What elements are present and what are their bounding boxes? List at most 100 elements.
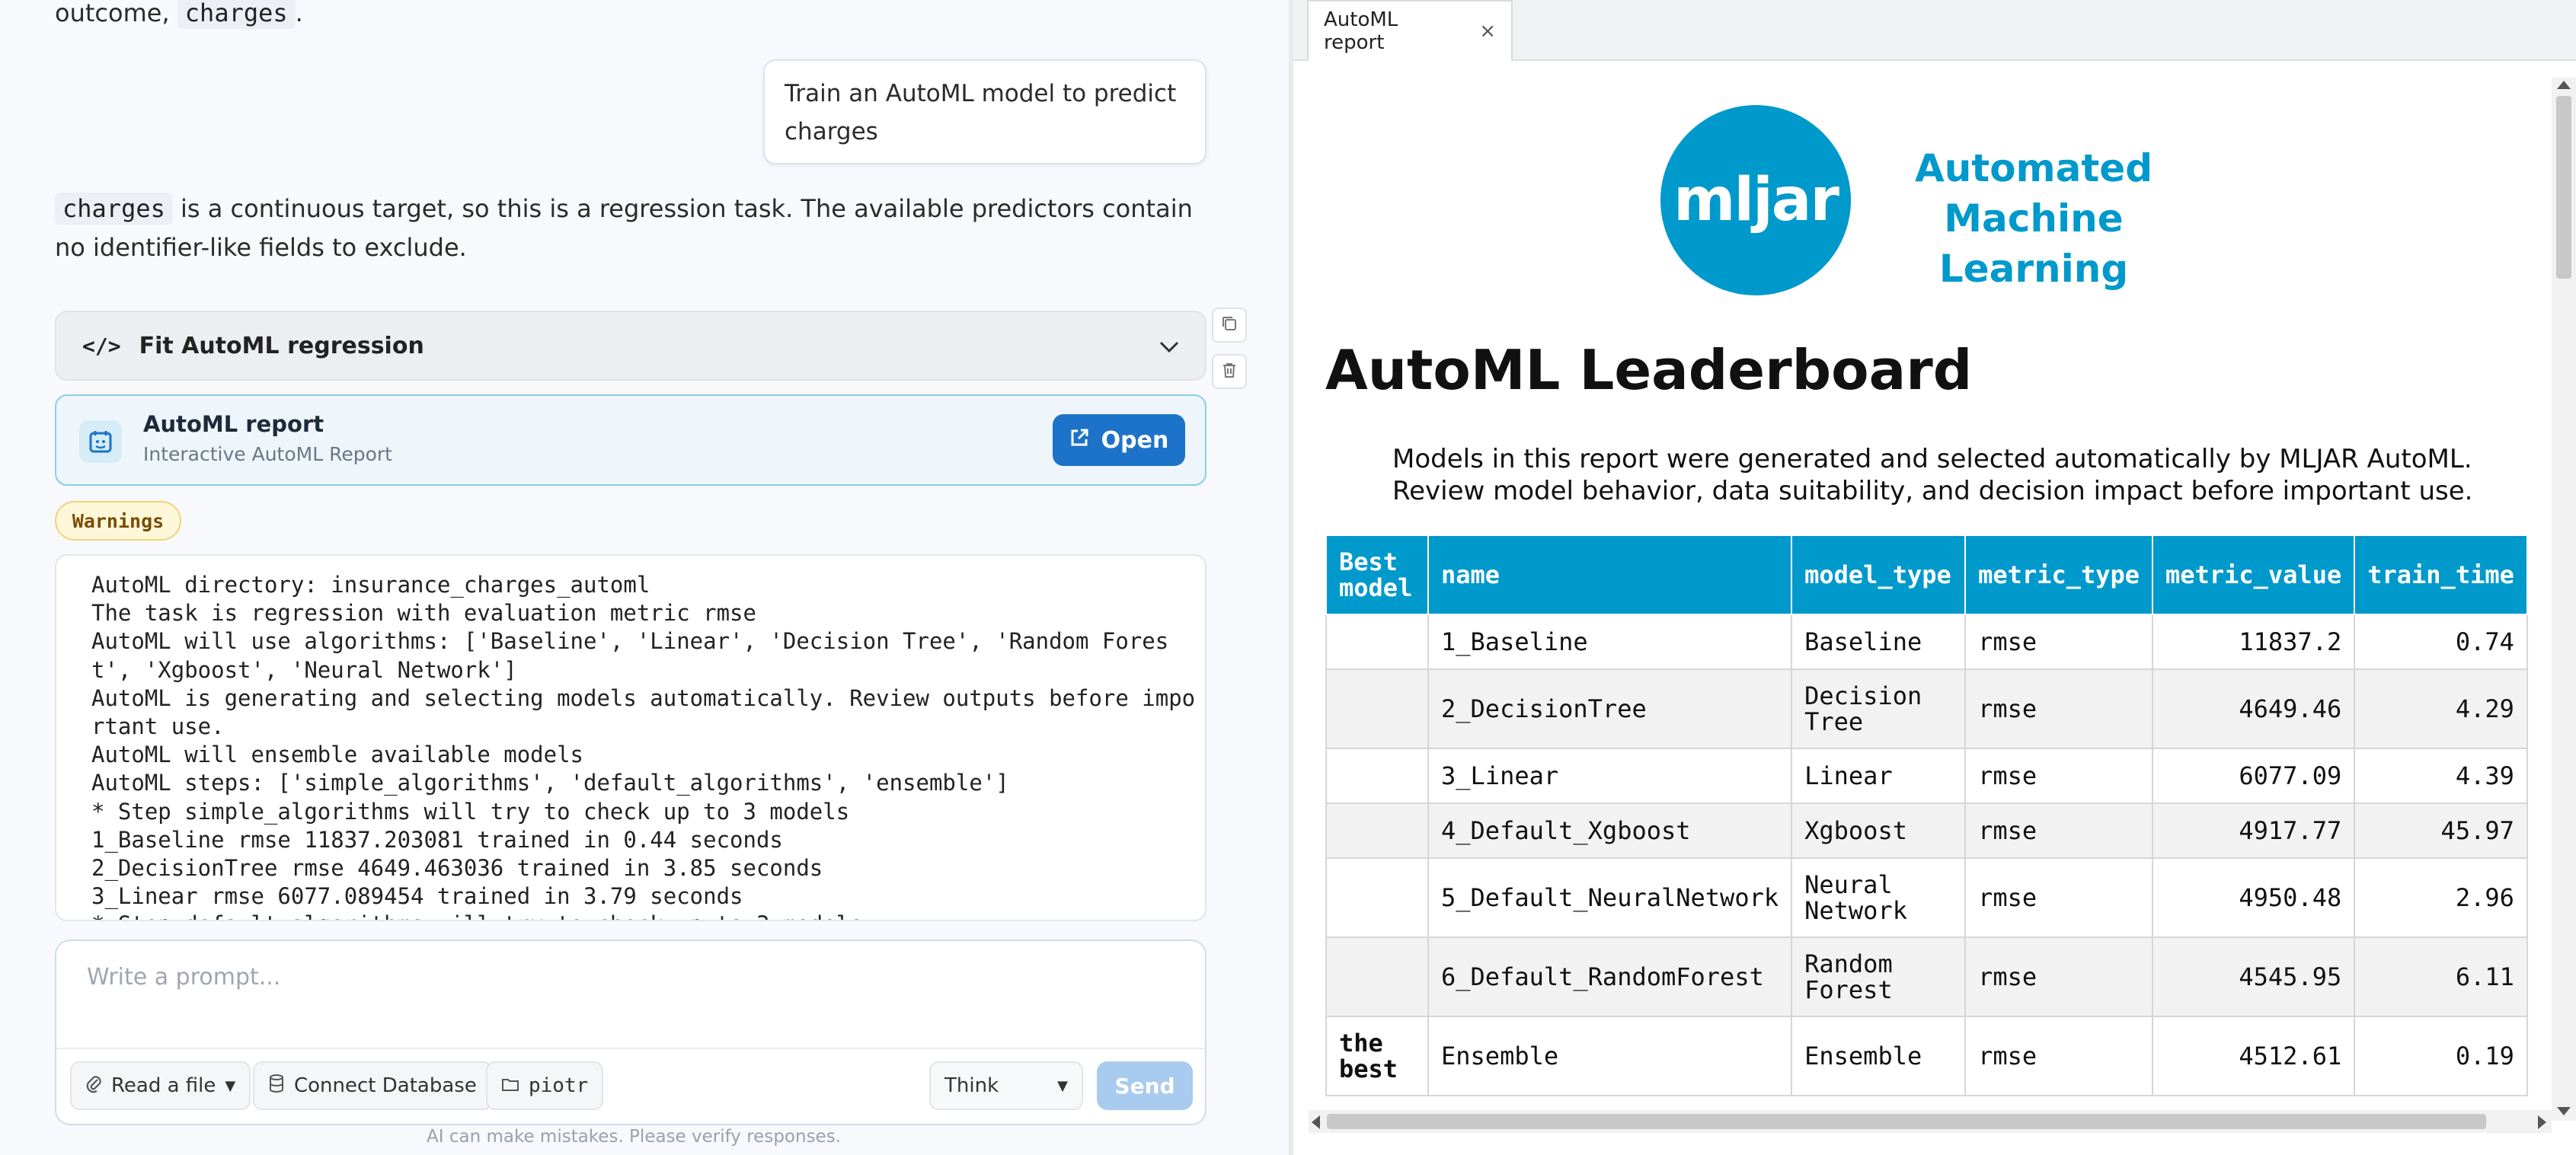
log-line: 2_DecisionTree rmse 4649.463036 trained … (91, 855, 823, 882)
table-cell: 6077.09 (2152, 748, 2356, 804)
table-cell: 4512.61 (2152, 1016, 2356, 1096)
mode-select-value: Think (944, 1074, 999, 1097)
column-header[interactable]: metric_type (1964, 534, 2154, 615)
logo-caption-line-1: Automated (1915, 146, 2153, 190)
table-row: 6_Default_RandomForest Random Forest rmse 4… (1325, 936, 2528, 1017)
description-line-1: Models in this report were generated and… (1392, 444, 2472, 474)
report-card-title: AutoML report (143, 411, 324, 437)
table-cell: rmse (1964, 936, 2154, 1017)
column-header[interactable]: Best model (1325, 534, 1429, 615)
code-block-toggle[interactable]: </> Fit AutoML regression (55, 311, 1207, 381)
leaderboard-table-wrap: Best model name model_type metric_type metri… (1325, 534, 2528, 1096)
scroll-right-arrow-icon[interactable] (2538, 1115, 2546, 1129)
report-horizontal-scrollbar[interactable] (1309, 1110, 2552, 1133)
table-row: 2_DecisionTree Decision Tree rmse 4649.46 4.… (1325, 668, 2528, 749)
table-row: the best Ensemble Ensemble rmse 4512.61 0.19 (1325, 1016, 2528, 1096)
table-cell: rmse (1964, 614, 2154, 670)
intro-text: outcome, charges. (55, 0, 1197, 33)
table-cell: 6.11 (2354, 936, 2528, 1017)
table-cell: 0.74 (2354, 614, 2528, 670)
send-button[interactable]: Send (1097, 1061, 1193, 1110)
scroll-left-arrow-icon[interactable] (1312, 1115, 1320, 1129)
log-output[interactable]: AutoML directory: insurance_charges_auto… (55, 554, 1207, 921)
table-cell: Ensemble (1791, 1016, 1967, 1096)
column-header[interactable]: name (1427, 534, 1793, 615)
code-icon: </> (82, 333, 121, 359)
chevron-down-icon (1159, 333, 1179, 359)
table-cell: the best (1325, 1016, 1429, 1096)
table-cell (1325, 614, 1429, 670)
table-cell: 6_Default_RandomForest (1427, 936, 1793, 1017)
paperclip-icon (85, 1074, 102, 1099)
intro-prefix: outcome, (55, 0, 177, 27)
log-line: AutoML directory: insurance_charges_auto… (91, 572, 650, 598)
read-file-button[interactable]: Read a file ▼ (70, 1061, 251, 1110)
composer-divider (56, 1048, 1205, 1049)
table-cell: 5_Default_NeuralNetwork (1427, 857, 1793, 938)
leaderboard-title: AutoML Leaderboard (1325, 338, 1973, 402)
logo-caption: Automated Machine Learning (1858, 143, 2209, 294)
logo-caption-line-2: Machine Learning (1938, 196, 2129, 291)
table-row: 4_Default_Xgboost Xgboost rmse 4917.77 45.97 (1325, 802, 2528, 859)
folder-icon (501, 1074, 519, 1097)
copy-button[interactable] (1212, 308, 1247, 343)
table-cell: 2_DecisionTree (1427, 668, 1793, 749)
table-cell: 4917.77 (2152, 802, 2356, 859)
report-horizontal-thumb[interactable] (1327, 1114, 2486, 1129)
open-label: Open (1101, 426, 1169, 454)
warnings-badge[interactable]: Warnings (55, 501, 181, 541)
log-line: AutoML will use algorithms: ['Baseline',… (91, 628, 1169, 655)
column-header[interactable]: model_type (1791, 534, 1967, 615)
table-cell: 2.96 (2354, 857, 2528, 938)
delete-button[interactable] (1212, 354, 1247, 389)
prompt-input[interactable]: Write a prompt... (87, 964, 280, 991)
assistant-response: charges is a continuous target, so this … (55, 190, 1197, 267)
folder-button[interactable]: piotr (486, 1061, 604, 1110)
table-cell: 4545.95 (2152, 936, 2356, 1017)
intro-suffix: . (295, 0, 303, 27)
table-cell: Baseline (1791, 614, 1967, 670)
table-cell (1325, 936, 1429, 1017)
intro-code: charges (177, 0, 296, 29)
trash-icon (1220, 361, 1238, 382)
report-vertical-scrollbar[interactable] (2552, 78, 2576, 1121)
table-cell: 45.97 (2354, 802, 2528, 859)
table-row: 3_Linear Linear rmse 6077.09 4.39 (1325, 748, 2528, 804)
send-label: Send (1114, 1073, 1175, 1099)
column-header[interactable]: metric_value (2152, 534, 2356, 615)
table-cell: 4649.46 (2152, 668, 2356, 749)
copy-icon (1220, 314, 1238, 336)
user-message-bubble: Train an AutoML model to predict charges (763, 59, 1207, 164)
close-icon[interactable]: × (1479, 20, 1496, 43)
log-line: AutoML will ensemble available models (91, 742, 584, 768)
automl-report-card: AutoML report Interactive AutoML Report … (55, 394, 1207, 486)
table-cell: 0.19 (2354, 1016, 2528, 1096)
table-cell (1325, 748, 1429, 804)
column-header[interactable]: train_time (2354, 534, 2528, 615)
log-line: rtant use. (91, 713, 225, 740)
scroll-up-arrow-icon[interactable] (2557, 81, 2571, 89)
warnings-label: Warnings (72, 509, 165, 532)
mode-select[interactable]: Think ▼ (929, 1061, 1083, 1110)
table-cell: rmse (1964, 802, 2154, 859)
table-row: 5_Default_NeuralNetwork Neural Network rms… (1325, 857, 2528, 938)
table-cell: rmse (1964, 1016, 2154, 1096)
table-cell: 4950.48 (2152, 857, 2356, 938)
log-line: * Step simple_algorithms will try to che… (91, 798, 850, 825)
report-card-subtitle: Interactive AutoML Report (143, 443, 392, 465)
table-cell: 3_Linear (1427, 748, 1793, 804)
response-text: is a continuous target, so this is a reg… (55, 194, 1193, 262)
connect-database-button[interactable]: Connect Database (253, 1061, 492, 1110)
table-cell: Neural Network (1791, 857, 1967, 938)
table-cell (1325, 668, 1429, 749)
log-line: AutoML is generating and selecting model… (91, 684, 1196, 711)
open-report-button[interactable]: Open (1053, 414, 1185, 466)
report-scroll-down-arrow-icon[interactable] (2557, 1107, 2571, 1115)
log-line: 1_Baseline rmse 11837.203081 trained in … (91, 826, 783, 853)
code-block-title: Fit AutoML regression (139, 332, 424, 359)
table-cell: 1_Baseline (1427, 614, 1793, 670)
table-cell: Linear (1791, 748, 1967, 804)
tab-automl-report[interactable]: AutoML report × (1307, 0, 1513, 61)
report-vertical-thumb[interactable] (2556, 96, 2571, 279)
log-line: t', 'Xgboost', 'Neural Network'] (91, 656, 517, 683)
